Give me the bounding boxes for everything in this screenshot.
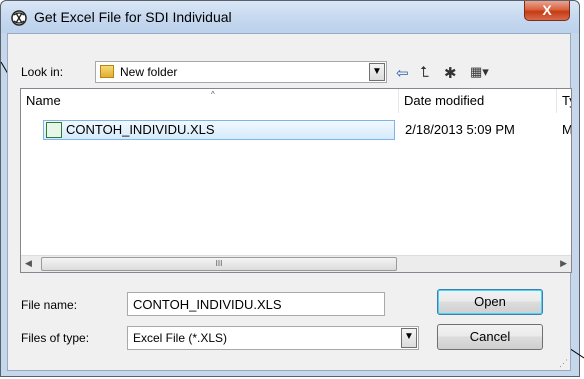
app-icon: [11, 10, 27, 26]
column-name[interactable]: Name: [21, 89, 399, 113]
back-arrow-icon[interactable]: ⇦: [396, 64, 409, 82]
file-type-dropdown[interactable]: Excel File (*.XLS) ▼: [127, 326, 419, 350]
look-in-label: Look in:: [21, 65, 64, 79]
scroll-thumb[interactable]: III: [41, 257, 397, 271]
scroll-grip: III: [215, 259, 223, 268]
horizontal-scrollbar[interactable]: ◀ III ▶: [21, 255, 571, 272]
new-folder-icon[interactable]: ✱: [444, 64, 457, 82]
sort-ascending-icon: ^: [211, 90, 215, 99]
view-menu-icon[interactable]: ▦▾: [470, 64, 489, 80]
dialog-body: Look in: New folder ▼ ⇦ ⮤ ✱ ▦▾ Name ^ Da…: [7, 33, 572, 371]
chevron-down-icon[interactable]: ▼: [401, 328, 417, 348]
resize-grip-icon[interactable]: ⋰: [559, 358, 568, 369]
scroll-right-icon[interactable]: ▶: [560, 258, 567, 269]
date-cell: 2/18/2013 5:09 PM: [405, 122, 515, 137]
open-button[interactable]: Open: [437, 289, 543, 315]
folder-icon: [100, 65, 114, 78]
file-name-field[interactable]: CONTOH_INDIVIDU.XLS: [127, 292, 385, 316]
column-date-modified[interactable]: Date modified: [399, 89, 557, 113]
window-title: Get Excel File for SDI Individual: [34, 9, 232, 25]
file-name-value: CONTOH_INDIVIDU.XLS: [133, 297, 282, 312]
file-list[interactable]: Name ^ Date modified Ty CONTOH_INDIVIDU.…: [20, 88, 572, 273]
close-button[interactable]: X: [524, 1, 570, 21]
cancel-button[interactable]: Cancel: [437, 324, 543, 350]
chevron-down-icon[interactable]: ▼: [369, 63, 385, 81]
title-bar[interactable]: Get Excel File for SDI Individual X: [1, 1, 579, 33]
type-cell: M: [562, 122, 572, 137]
file-type-value: Excel File (*.XLS): [133, 331, 228, 345]
file-type-label: Files of type:: [21, 331, 90, 345]
look-in-dropdown[interactable]: New folder ▼: [95, 61, 387, 83]
up-folder-icon[interactable]: ⮤: [420, 64, 429, 81]
table-row[interactable]: CONTOH_INDIVIDU.XLS: [43, 120, 395, 140]
file-name-label: File name:: [21, 298, 78, 312]
file-name-cell: CONTOH_INDIVIDU.XLS: [66, 122, 215, 137]
column-type[interactable]: Ty: [557, 89, 571, 113]
scroll-left-icon[interactable]: ◀: [25, 258, 32, 269]
excel-file-icon: [46, 122, 62, 138]
look-in-value: New folder: [120, 65, 178, 79]
